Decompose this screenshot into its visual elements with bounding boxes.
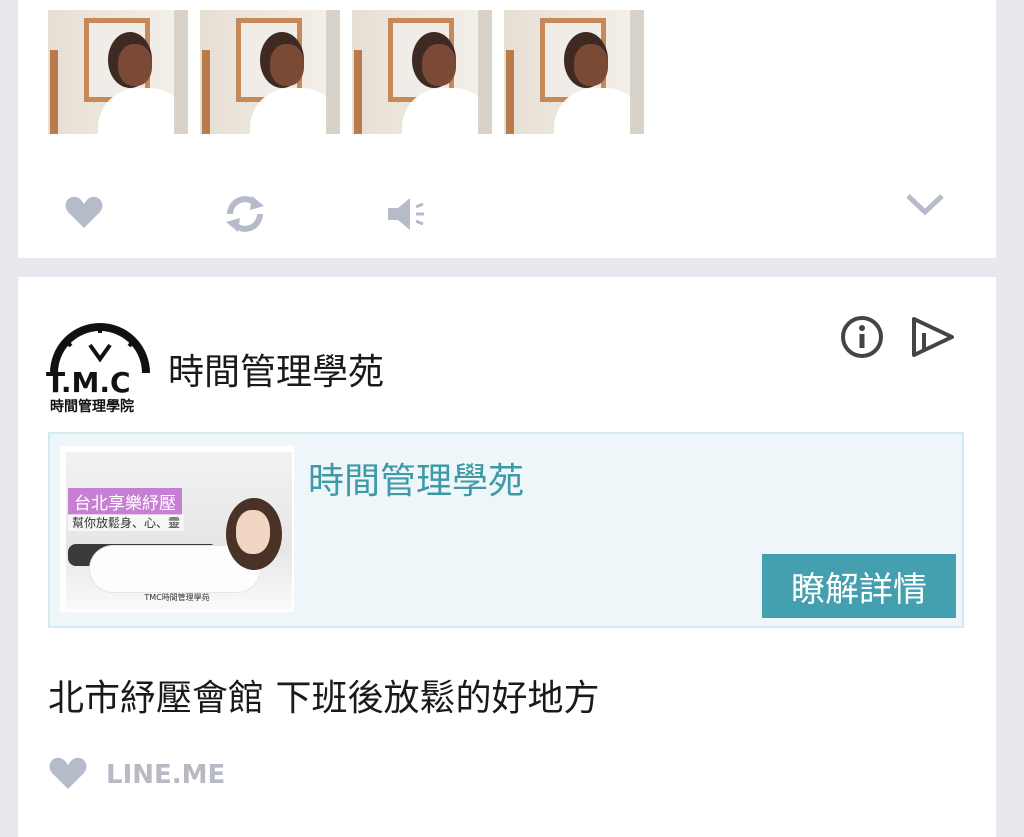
post-thumbnail[interactable] <box>48 10 188 134</box>
ad-image-banner: 台北享樂紓壓 <box>68 488 182 515</box>
speaker-icon[interactable] <box>386 194 426 234</box>
post-thumbnail[interactable] <box>504 10 644 134</box>
ad-image[interactable]: 台北享樂紓壓 幫你放鬆身、心、靈 TMC時間管理學苑 <box>60 446 294 612</box>
heart-icon[interactable] <box>48 755 88 795</box>
info-icon[interactable] <box>840 315 884 363</box>
advertiser-name[interactable]: 時間管理學苑 <box>168 343 384 395</box>
action-bar <box>18 190 996 236</box>
chevron-down-icon[interactable] <box>904 190 946 220</box>
ad-footer: LINE.ME <box>48 755 225 795</box>
post-thumbnail[interactable] <box>200 10 340 134</box>
ad-headline: 北市紓壓會館 下班後放鬆的好地方 <box>48 678 600 719</box>
ad-image-subbanner: 幫你放鬆身、心、靈 <box>68 514 185 531</box>
retweet-icon[interactable] <box>224 194 266 234</box>
image-strip <box>48 10 644 134</box>
logo-subtext: 時間管理學院 <box>50 398 134 415</box>
ad-card-title[interactable]: 時間管理學苑 <box>308 452 524 504</box>
promoted-play-icon[interactable] <box>908 315 956 363</box>
ad-link-card[interactable]: 台北享樂紓壓 幫你放鬆身、心、靈 TMC時間管理學苑 時間管理學苑 瞭解詳情 <box>48 432 964 628</box>
ad-domain[interactable]: LINE.ME <box>106 760 225 790</box>
learn-more-button[interactable]: 瞭解詳情 <box>762 554 956 618</box>
logo-text: T.M.C <box>46 366 131 399</box>
previous-post-card <box>18 0 996 258</box>
post-thumbnail[interactable] <box>352 10 492 134</box>
heart-icon[interactable] <box>64 194 104 230</box>
ad-image-caption: TMC時間管理學苑 <box>144 593 210 602</box>
sponsored-post-card: T.M.C 時間管理學院 時間管理學苑 台北享樂紓壓 幫你放鬆身、心、靈 TMC… <box>18 277 996 837</box>
advertiser-logo[interactable]: T.M.C 時間管理學院 <box>46 315 154 415</box>
